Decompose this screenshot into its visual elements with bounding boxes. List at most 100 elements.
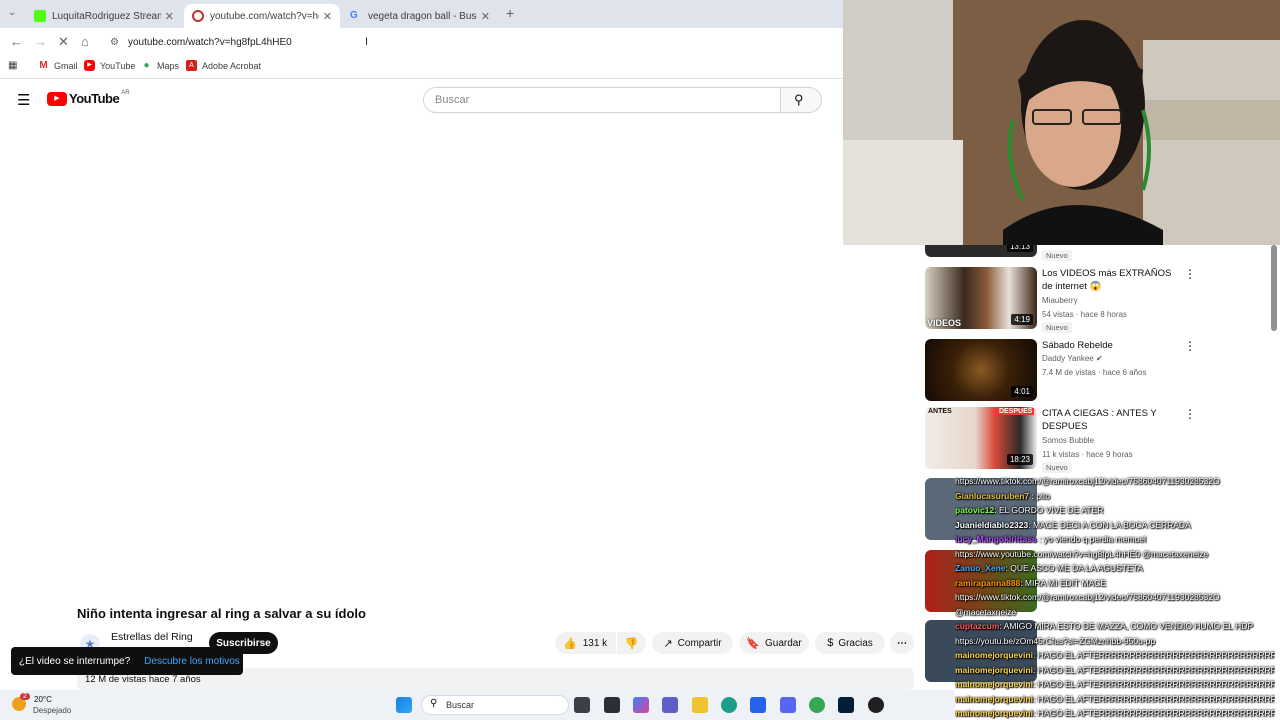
bookmark-youtube[interactable]: ▶ YouTube [84,60,135,71]
tab-luquita[interactable]: LuquitaRodriguez Stream - Wa ✕ [26,4,182,28]
copilot-icon[interactable] [633,697,649,713]
chat-username: lucy_Mangokirittass [955,534,1037,544]
thanks-button[interactable]: $ Gracias [815,632,885,654]
page-scrollbar[interactable] [1271,245,1277,331]
more-actions-button[interactable]: ⋯ [890,632,914,654]
forward-icon[interactable]: → [34,34,47,49]
share-icon: ↗ [663,637,673,650]
youtube-logo[interactable]: ▶ YouTube AR [47,90,130,106]
stop-icon[interactable]: ✕ [58,34,69,50]
tab-youtube-watch[interactable]: youtube.com/watch?v=hg8fpL4 ✕ [184,4,340,28]
chat-username: Zanuo_Xene [955,563,1006,573]
start-windows-icon[interactable] [396,697,412,713]
recommendation-item[interactable]: 4:01 Sábado Rebelde Daddy Yankee ✔ 7.4 M… [925,339,1215,401]
youtube-icon: ▶ [84,60,95,71]
toast-learn-link[interactable]: Descubre los motivos [144,656,240,667]
chat-username: mainomejorquevini [955,708,1033,718]
search-button[interactable]: ⚲ [781,87,822,113]
more-vertical-icon[interactable]: ⋮ [1184,267,1196,281]
chat-text: https://www.tiktok.com/@ramiroxcabj12/vi… [955,592,1220,602]
chat-text: : MACE DECI A CON LA BOCA CERRADA [1028,519,1191,530]
more-vertical-icon[interactable]: ⋮ [1184,407,1196,421]
bookmark-maps[interactable]: ● Maps [141,60,179,71]
video-thumbnail[interactable]: VIDEOS 4:19 [925,267,1037,329]
bookmark-gmail[interactable]: M Gmail [38,60,77,71]
close-tab-icon[interactable]: ✕ [165,10,174,23]
address-bar[interactable]: ⚙ youtube.com/watch?v=hg8fpL4hHE0 [102,32,837,52]
share-button[interactable]: ↗ Compartir [652,632,733,654]
like-button[interactable]: 👍 131 k [555,632,616,654]
apps-grid-icon[interactable]: ▦ [8,60,17,71]
stream-chat-overlay: https://www.tiktok.com/@ramiroxcabj12/vi… [955,474,1275,720]
tab-google-search[interactable]: G vegeta dragon ball - Buscar co ✕ [342,4,498,28]
video-player[interactable] [0,121,843,601]
search-input[interactable]: Buscar [423,87,781,113]
chat-username: mainomejorquevini [955,693,1033,704]
url-text: youtube.com/watch?v=hg8fpL4hHE0 [127,36,292,48]
recommendation-item[interactable]: VIDEOS 4:19 Los VIDEOS más EXTRAÑOS de i… [925,267,1215,333]
file-explorer-icon[interactable] [692,697,708,713]
webcam-feed [843,0,1280,245]
super-thanks-icon: $ [827,637,834,649]
bookmark-adobe[interactable]: A Adobe Acrobat [186,60,261,71]
bookmark-icon: 🔖 [746,637,760,650]
channel-name[interactable]: Estrellas del Ring [111,631,193,643]
chat-text: : yo viendo q perdia memuel [1036,534,1146,544]
close-tab-icon[interactable]: ✕ [481,10,490,23]
chat-message: Zanuo_Xene: QUE ASCO ME DA LA AGUSTETA [955,561,1275,576]
chrome-icon[interactable] [809,697,825,713]
recommendation-item[interactable]: ANTES DESPUES 18:23 CITA A CIEGAS : ANTE… [925,407,1215,473]
search-icon: ⚲ [794,92,804,107]
text-cursor-icon: I [365,36,369,48]
site-info-icon[interactable]: ⚙ [110,37,119,48]
store-icon[interactable] [750,697,766,713]
chat-text: https://www.youtube.com/watch?v=hg8fpL4h… [955,548,1209,559]
widgets-icon[interactable] [604,697,620,713]
video-thumbnail[interactable]: ANTES DESPUES 18:23 [925,407,1037,469]
more-vertical-icon[interactable]: ⋮ [1184,339,1196,353]
video-thumbnail[interactable]: 4:01 [925,339,1037,401]
thumbs-down-icon: 👎 [624,637,639,650]
taskbar-search[interactable]: ⚲ Buscar [421,695,569,715]
chat-text: : HAGO EL AFTERRRRRRRRRRRRRRRRRRRRRRRRRR… [1032,679,1275,689]
chat-text: : HAGO EL AFTERRRRRRRRRRRRRRRRRRRRRRRRRR… [1032,708,1275,718]
tab-search-icon[interactable]: ⌄ [8,7,16,18]
recording-app-icon[interactable] [868,697,884,713]
chat-message: mainomejorquevini: HAGO EL AFTERRRRRRRRR… [955,648,1275,663]
chat-text: : HAGO EL AFTERRRRRRRRRRRRRRRRRRRRRRRRRR… [1032,650,1275,660]
photoshop-icon[interactable] [838,697,854,713]
edge-icon[interactable] [721,697,737,713]
chat-message: https://youtu.be/zOm45rCfus?si=ZGMznhbb-… [955,634,1275,649]
teams-icon[interactable] [662,697,678,713]
thumbs-up-icon: 👍 [563,637,577,650]
chat-text: https://www.tiktok.com/@ramiroxcabj12/vi… [955,476,1220,486]
windows-taskbar: 2 20°C Despejado ⚲ Buscar [0,690,955,720]
chat-username: patovic12 [955,505,995,515]
chat-message: @macetaxneize [955,605,1275,620]
maps-pin-icon: ● [143,60,150,71]
close-tab-icon[interactable]: ✕ [323,10,332,23]
dislike-button[interactable]: 👎 [617,632,646,654]
acrobat-icon: A [186,60,197,71]
thumbnail-caption: VIDEOS [927,318,962,328]
chat-message: Juanieldiablo2323: MACE DECI A CON LA BO… [955,518,1275,533]
new-tab-icon[interactable]: + [506,5,514,21]
chat-message: mainomejorquevini: HAGO EL AFTERRRRRRRRR… [955,677,1275,692]
chat-message: cuptazcum: AMIGO MIRA ESTO DE MAZZA, COM… [955,619,1275,634]
chat-message: https://www.tiktok.com/@ramiroxcabj12/vi… [955,590,1275,605]
save-button[interactable]: 🔖 Guardar [739,632,809,654]
tab-title: LuquitaRodriguez Stream - Wa [52,10,161,22]
chat-message: patovic12: EL GORDO VIVE DE ATER [955,503,1275,518]
gmail-icon: M [39,60,48,71]
discord-icon[interactable] [780,697,796,713]
back-icon[interactable]: ← [10,34,23,49]
more-horizontal-icon: ⋯ [897,637,907,649]
task-view-icon[interactable] [574,697,590,713]
menu-icon[interactable]: ☰ [17,91,30,109]
home-icon[interactable]: ⌂ [81,34,89,49]
youtube-masthead: ☰ ▶ YouTube AR Buscar ⚲ [0,79,843,121]
chat-message: mainomejorquevini: HAGO EL AFTERRRRRRRRR… [955,692,1275,707]
chat-username: Juanieldiablo2323 [955,519,1029,530]
chat-message: lucy_Mangokirittass : yo viendo q perdia… [955,532,1275,547]
playback-issue-toast: ¿El video se interrumpe? Descubre los mo… [11,647,243,675]
